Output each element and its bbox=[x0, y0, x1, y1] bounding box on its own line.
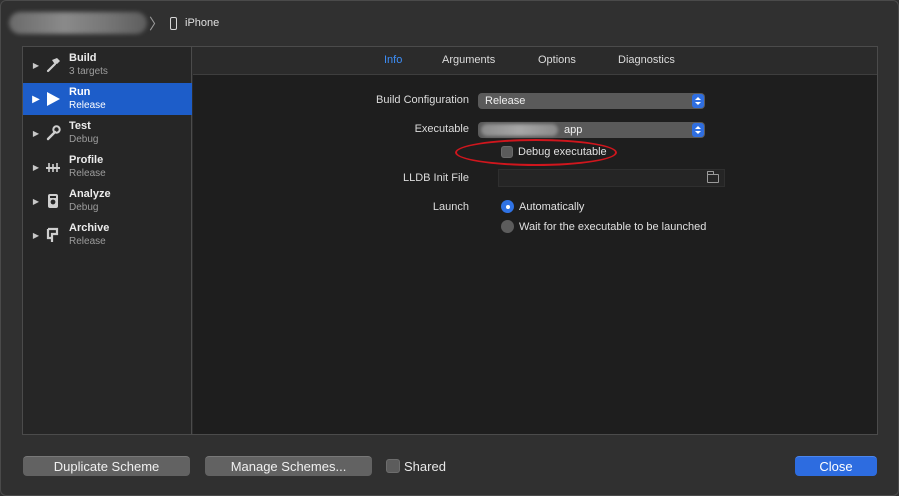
tab-arguments[interactable]: Arguments bbox=[442, 54, 495, 66]
launch-wait-label[interactable]: Wait for the executable to be launched bbox=[519, 221, 706, 233]
chevron-right-icon: 〉 bbox=[149, 15, 165, 33]
scheme-destination-bar: 〉 iPhone bbox=[9, 11, 219, 35]
close-button[interactable]: Close bbox=[795, 456, 877, 476]
iphone-icon bbox=[170, 16, 178, 30]
build-configuration-value: Release bbox=[485, 95, 526, 107]
executable-label: Executable bbox=[414, 123, 469, 135]
lldb-init-file-label: LLDB Init File bbox=[402, 172, 469, 184]
tab-bar: Info Arguments Options Diagnostics bbox=[193, 47, 877, 75]
disclosure-triangle-icon[interactable]: ▶ bbox=[29, 231, 43, 240]
tab-info[interactable]: Info bbox=[384, 54, 402, 66]
hammer-icon bbox=[43, 55, 63, 75]
device-label[interactable]: iPhone bbox=[185, 17, 219, 29]
build-configuration-popup[interactable]: Release bbox=[478, 93, 705, 109]
gauge-icon bbox=[43, 157, 63, 177]
launch-automatically-label[interactable]: Automatically bbox=[519, 201, 584, 213]
sidebar-item-sublabel: Release bbox=[69, 100, 106, 111]
build-configuration-label: Build Configuration bbox=[376, 94, 469, 106]
sidebar-item-run[interactable]: ▶ Run Release bbox=[23, 83, 192, 115]
sidebar-item-sublabel: 3 targets bbox=[69, 66, 108, 77]
tab-diagnostics[interactable]: Diagnostics bbox=[618, 54, 675, 66]
sidebar-item-sublabel: Debug bbox=[69, 134, 99, 145]
play-icon bbox=[43, 89, 63, 109]
sidebar-item-sublabel: Release bbox=[69, 236, 106, 247]
scheme-editor-frame: ▶ Build 3 targets ▶ Run Release ▶ Test D… bbox=[22, 46, 878, 435]
disclosure-triangle-icon[interactable]: ▶ bbox=[29, 197, 43, 206]
sidebar-item-label: Profile bbox=[69, 154, 104, 166]
duplicate-scheme-button[interactable]: Duplicate Scheme bbox=[23, 456, 190, 476]
sidebar-item-label: Test bbox=[69, 120, 91, 132]
sidebar-item-label: Build bbox=[69, 52, 97, 64]
archive-icon bbox=[43, 225, 63, 245]
sidebar-item-sublabel: Debug bbox=[69, 202, 99, 213]
sidebar-item-test[interactable]: ▶ Test Debug bbox=[23, 117, 192, 149]
tab-options[interactable]: Options bbox=[538, 54, 576, 66]
scheme-editor-window: 〉 iPhone ▶ Build 3 targets ▶ Run Release… bbox=[0, 0, 899, 496]
sidebar-item-profile[interactable]: ▶ Profile Release bbox=[23, 151, 192, 183]
sidebar-item-archive[interactable]: ▶ Archive Release bbox=[23, 219, 192, 251]
disclosure-triangle-icon[interactable]: ▶ bbox=[29, 163, 43, 172]
launch-automatically-radio[interactable] bbox=[501, 200, 514, 213]
scheme-actions-sidebar: ▶ Build 3 targets ▶ Run Release ▶ Test D… bbox=[23, 47, 192, 434]
shared-label[interactable]: Shared bbox=[404, 459, 446, 474]
sidebar-item-label: Analyze bbox=[69, 188, 111, 200]
popup-stepper-icon bbox=[692, 123, 704, 137]
executable-name-redacted bbox=[481, 124, 558, 136]
launch-wait-radio[interactable] bbox=[501, 220, 514, 233]
disclosure-triangle-icon[interactable]: ▶ bbox=[29, 94, 43, 105]
run-action-pane: Info Arguments Options Diagnostics Build… bbox=[193, 47, 877, 434]
annotation-ellipse bbox=[455, 139, 617, 166]
popup-stepper-icon bbox=[692, 94, 704, 108]
manage-schemes-button[interactable]: Manage Schemes... bbox=[205, 456, 372, 476]
executable-value: app bbox=[564, 124, 583, 136]
folder-icon[interactable] bbox=[707, 171, 719, 183]
disclosure-triangle-icon[interactable]: ▶ bbox=[29, 61, 43, 70]
launch-label: Launch bbox=[432, 201, 469, 213]
disclosure-triangle-icon[interactable]: ▶ bbox=[29, 129, 43, 138]
scheme-name-redacted[interactable] bbox=[9, 12, 147, 34]
sidebar-item-label: Archive bbox=[69, 222, 110, 234]
sidebar-item-sublabel: Release bbox=[69, 168, 106, 179]
analyze-icon bbox=[43, 191, 63, 211]
sidebar-item-label: Run bbox=[69, 86, 91, 98]
wrench-icon bbox=[43, 123, 63, 143]
sidebar-item-analyze[interactable]: ▶ Analyze Debug bbox=[23, 185, 192, 217]
executable-popup[interactable]: app bbox=[478, 122, 705, 138]
shared-checkbox[interactable] bbox=[386, 459, 400, 473]
sidebar-item-build[interactable]: ▶ Build 3 targets bbox=[23, 49, 192, 81]
lldb-init-file-field[interactable] bbox=[498, 169, 725, 187]
